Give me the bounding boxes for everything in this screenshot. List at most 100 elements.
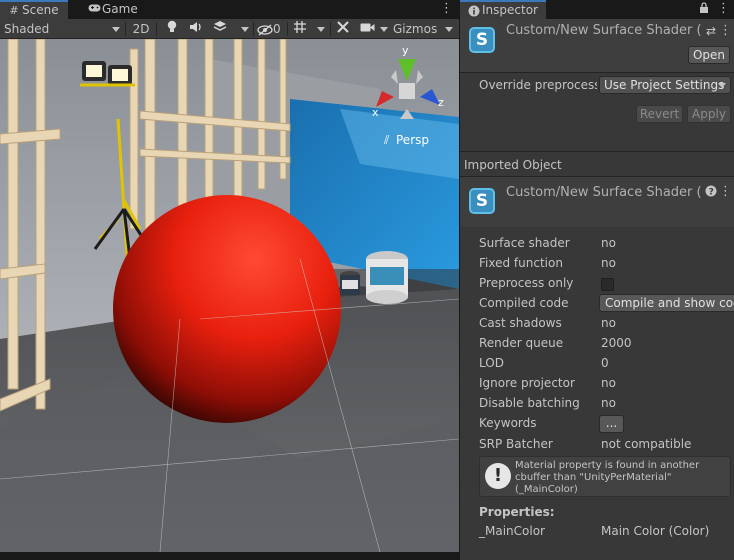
properties-heading: Properties: (479, 505, 555, 519)
compile-button-label: Compile and show code (605, 296, 734, 310)
toggle-2d-button[interactable]: 2D (129, 20, 153, 38)
tab-inspector-label: Inspector (482, 3, 538, 17)
shader-asset-header: S Custom/New Surface Shader ( ⇄ ⋮ Open (460, 19, 734, 72)
hidden-count-label: 0 (273, 22, 281, 36)
prop-value: not compatible (601, 437, 692, 451)
inspector-menu-kebab-icon[interactable]: ⋮ (717, 2, 730, 16)
shading-mode-label: Shaded (4, 22, 50, 36)
warning-exclamation-icon: ! (485, 463, 511, 489)
open-button[interactable]: Open (688, 46, 730, 64)
imported-object-header: S Custom/New Surface Shader ( ? ⋮ (460, 177, 734, 227)
revert-button[interactable]: Revert (636, 105, 683, 123)
effects-toggle-icon[interactable] (210, 20, 230, 38)
red-sphere (113, 195, 341, 423)
scene-tabbar: # Scene Game ⋮ (0, 0, 459, 19)
shading-mode-dropdown[interactable]: Shaded (4, 20, 122, 38)
prop-label: Cast shadows (479, 316, 562, 330)
keywords-button-label: ... (605, 416, 618, 430)
settings-sliders-icon[interactable]: ⇄ (704, 24, 718, 38)
prop-row-fixed-function: Fixed function no (460, 254, 734, 274)
prop-row-compiled-code: Compiled code Compile and show code (460, 294, 734, 314)
prop-value: no (601, 396, 616, 410)
toggle-2d-label: 2D (132, 22, 150, 36)
axis-label-x: x (372, 106, 379, 119)
svg-text:?: ? (709, 188, 714, 198)
prop-label: Disable batching (479, 396, 580, 410)
chevron-down-icon (112, 27, 120, 32)
grid-dropdown-chevron-icon[interactable] (315, 20, 327, 38)
grid-snap-icon[interactable] (291, 20, 309, 38)
shader-title: Custom/New Surface Shader ( (506, 23, 701, 38)
tab-game-label: Game (102, 2, 138, 16)
prop-label: SRP Batcher (479, 437, 553, 451)
imported-shader-title: Custom/New Surface Shader ( (506, 185, 701, 200)
lighting-toggle-icon[interactable] (162, 20, 182, 38)
chevron-down-icon (445, 27, 453, 32)
apply-button[interactable]: Apply (687, 105, 731, 123)
info-icon (468, 5, 480, 17)
scene-viewport[interactable]: y x z ⫽ Persp (0, 39, 459, 552)
prop-label: Fixed function (479, 256, 563, 270)
scene-menu-kebab-icon[interactable]: ⋮ (440, 2, 453, 16)
camera-dropdown-chevron-icon[interactable] (379, 20, 389, 38)
imported-kebab-icon[interactable]: ⋮ (719, 185, 732, 199)
gamepad-icon (88, 3, 101, 15)
prop-row-preprocess-only: Preprocess only (460, 274, 734, 294)
axis-label-y: y (402, 44, 409, 57)
audio-toggle-icon[interactable] (186, 20, 206, 38)
prop-value: 0 (601, 356, 609, 370)
prop-value: no (601, 256, 616, 270)
imported-object-label: Imported Object (464, 158, 562, 172)
header-kebab-icon[interactable]: ⋮ (719, 24, 732, 38)
svg-text:⫽: ⫽ (383, 133, 390, 147)
prop-value: no (601, 316, 616, 330)
lock-icon[interactable] (697, 2, 711, 16)
scene-render: y x z ⫽ Persp (0, 39, 459, 552)
preprocess-only-checkbox[interactable] (601, 278, 614, 291)
tab-scene[interactable]: # Scene (0, 0, 68, 19)
prop-row-ignore-projector: Ignore projector no (460, 374, 734, 394)
camera-icon[interactable] (358, 20, 376, 38)
gizmos-label: Gizmos (393, 22, 438, 36)
keywords-button[interactable]: ... (599, 415, 624, 433)
chevron-down-icon (718, 83, 726, 88)
prop-row-cast-shadows: Cast shadows no (460, 314, 734, 334)
override-preprocessor-value: Use Project Settings (604, 78, 725, 92)
prop-row-lod: LOD 0 (460, 354, 734, 374)
prop-label: Keywords (479, 416, 537, 430)
properties-heading-row: Properties: (460, 503, 734, 523)
prop-value: 2000 (601, 336, 632, 350)
tab-game[interactable]: Game (80, 0, 150, 19)
inspector-window: Inspector ⋮ S Custom/New Surface Shader … (460, 0, 734, 560)
override-preprocessor-dropdown[interactable]: Use Project Settings (599, 76, 731, 94)
compile-and-show-code-button[interactable]: Compile and show code (599, 294, 734, 312)
warning-message: Material property is found in another cb… (515, 460, 700, 495)
help-icon[interactable]: ? (704, 185, 718, 199)
override-preprocessor-row: Override preprocesso Use Project Setting… (460, 76, 734, 96)
inspector-tabbar: Inspector ⋮ (460, 0, 734, 19)
prop-row-srp-batcher: SRP Batcher not compatible (460, 435, 734, 455)
prop-label: Render queue (479, 336, 564, 350)
tools-icon[interactable] (334, 20, 352, 38)
prop-label: Compiled code (479, 296, 569, 310)
projection-label: Persp (396, 133, 429, 147)
prop-value: no (601, 376, 616, 390)
shader-icon: S (469, 27, 495, 53)
tab-inspector[interactable]: Inspector (460, 0, 546, 19)
shader-property-row: _MainColor Main Color (Color) (460, 522, 734, 542)
axis-label-z: z (438, 96, 444, 109)
shader-property-description: Main Color (Color) (601, 524, 710, 538)
gizmos-dropdown[interactable]: Gizmos (393, 20, 455, 38)
effects-dropdown-chevron-icon[interactable] (239, 20, 251, 38)
prop-row-disable-batching: Disable batching no (460, 394, 734, 414)
prop-row-keywords: Keywords ... (460, 414, 734, 434)
scene-toolbar: Shaded 2D 0 Gizmos (0, 19, 459, 39)
warning-help-box: ! Material property is found in another … (479, 456, 731, 497)
prop-label: Surface shader (479, 236, 570, 250)
prop-label: LOD (479, 356, 504, 370)
override-preprocessor-label: Override preprocesso (479, 78, 597, 92)
prop-label: Ignore projector (479, 376, 575, 390)
hidden-objects-toggle[interactable]: 0 (257, 20, 285, 38)
scene-window: # Scene Game ⋮ Shaded 2D 0 Gizmos y x z … (0, 0, 459, 560)
prop-value: no (601, 236, 616, 250)
